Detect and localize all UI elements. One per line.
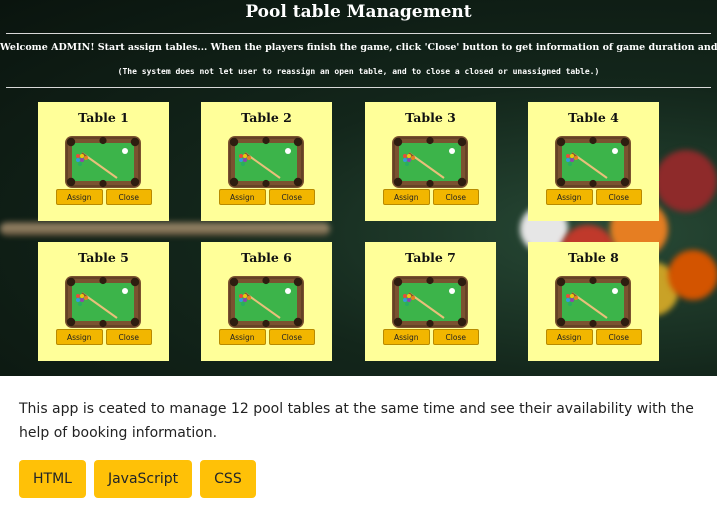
- system-notice: (The system does not let user to reassig…: [117, 67, 600, 76]
- close-button[interactable]: Close: [432, 329, 479, 345]
- table-card: Table 5 Assign Close: [38, 242, 169, 361]
- assign-button[interactable]: Assign: [383, 189, 430, 205]
- pool-table-icon: [228, 136, 304, 188]
- table-card: Table 1 Assign Close: [38, 102, 169, 221]
- table-title: Table 6: [241, 250, 292, 265]
- assign-button[interactable]: Assign: [56, 329, 103, 345]
- pool-table-icon: [65, 276, 141, 328]
- app-description: This app is ceated to manage 12 pool tab…: [19, 401, 694, 441]
- table-title: Table 4: [568, 110, 619, 125]
- assign-button[interactable]: Assign: [546, 189, 593, 205]
- pool-table-icon: [555, 276, 631, 328]
- assign-button[interactable]: Assign: [383, 329, 430, 345]
- table-title: Table 5: [78, 250, 129, 265]
- background-ball: [655, 150, 717, 212]
- divider: [6, 87, 711, 88]
- pool-table-icon: [65, 136, 141, 188]
- assign-button[interactable]: Assign: [219, 189, 266, 205]
- divider: [6, 33, 711, 34]
- pool-table-icon: [228, 276, 304, 328]
- assign-button[interactable]: Assign: [56, 189, 103, 205]
- table-title: Table 7: [405, 250, 456, 265]
- assign-button[interactable]: Assign: [219, 329, 266, 345]
- background-cue-stick: [0, 222, 330, 236]
- pool-table-icon: [555, 136, 631, 188]
- table-card: Table 6 Assign Close: [201, 242, 332, 361]
- table-card: Table 4 Assign Close: [528, 102, 659, 221]
- table-title: Table 8: [568, 250, 619, 265]
- close-button[interactable]: Close: [268, 189, 315, 205]
- table-card: Table 2 Assign Close: [201, 102, 332, 221]
- table-actions: Assign Close: [56, 189, 152, 205]
- table-card: Table 7 Assign Close: [365, 242, 496, 361]
- page-title: Pool table Management: [245, 2, 472, 22]
- table-actions: Assign Close: [219, 329, 315, 345]
- tag-javascript-button[interactable]: JavaScript: [93, 460, 193, 498]
- table-actions: Assign Close: [219, 189, 315, 205]
- assign-button[interactable]: Assign: [546, 329, 593, 345]
- close-button[interactable]: Close: [595, 189, 642, 205]
- pool-table-icon: [392, 136, 468, 188]
- table-actions: Assign Close: [546, 189, 642, 205]
- table-card: Table 8 Assign Close: [528, 242, 659, 361]
- table-actions: Assign Close: [383, 329, 479, 345]
- close-button[interactable]: Close: [105, 329, 152, 345]
- table-card: Table 3 Assign Close: [365, 102, 496, 221]
- close-button[interactable]: Close: [105, 189, 152, 205]
- table-actions: Assign Close: [383, 189, 479, 205]
- tech-tags: HTML JavaScript CSS: [19, 460, 256, 498]
- tag-html-button[interactable]: HTML: [19, 460, 86, 498]
- welcome-message: Welcome ADMIN! Start assign tables... Wh…: [0, 42, 717, 53]
- tag-css-button[interactable]: CSS: [200, 460, 256, 498]
- table-actions: Assign Close: [56, 329, 152, 345]
- close-button[interactable]: Close: [595, 329, 642, 345]
- close-button[interactable]: Close: [432, 189, 479, 205]
- hero-banner: Pool table Management Welcome ADMIN! Sta…: [0, 0, 717, 376]
- pool-table-icon: [392, 276, 468, 328]
- table-title: Table 2: [241, 110, 292, 125]
- close-button[interactable]: Close: [268, 329, 315, 345]
- background-ball: [668, 250, 717, 300]
- table-title: Table 1: [78, 110, 129, 125]
- table-title: Table 3: [405, 110, 456, 125]
- table-actions: Assign Close: [546, 329, 642, 345]
